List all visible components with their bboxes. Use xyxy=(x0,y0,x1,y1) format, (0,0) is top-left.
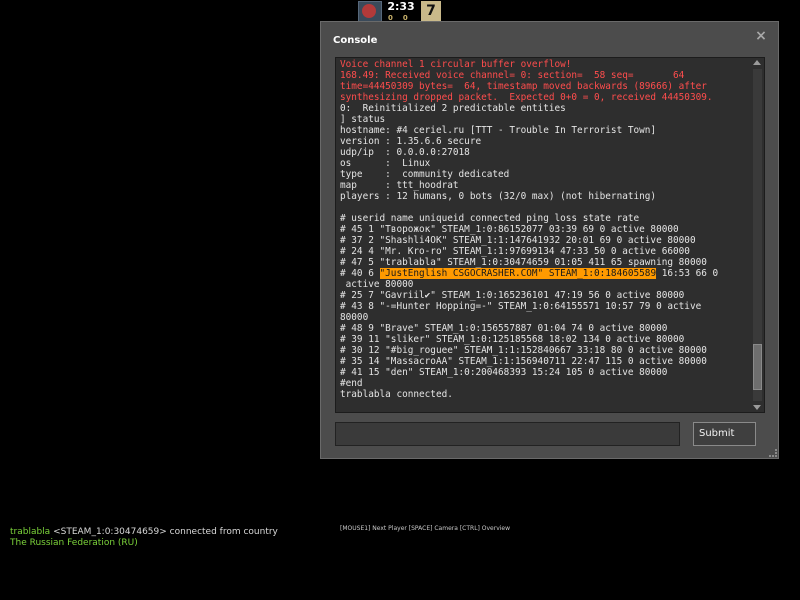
console-line: ] status xyxy=(340,114,386,125)
console-line: synthesizing dropped packet. Expected 0+… xyxy=(340,92,713,103)
chat-steam-id: <STEAM_1:0:30474659> xyxy=(53,527,167,537)
console-line: udp/ip : 0.0.0.0:27018 xyxy=(340,147,470,158)
command-input[interactable] xyxy=(335,422,680,446)
console-line-prefix: # 40 6 xyxy=(340,268,380,279)
chat-message-text: connected from country xyxy=(166,527,278,537)
hud-scoreboard: 2:33 00 7 xyxy=(358,0,444,23)
player-avatar-icon xyxy=(358,1,382,23)
console-line: players : 12 humans, 0 bots (32/0 max) (… xyxy=(340,191,657,202)
chat-player-name: trablabla xyxy=(10,527,51,537)
console-line: # 37 2 "Shashli4OK" STEAM_1:1:147641932 … xyxy=(340,235,696,246)
console-line: # 43 8 "-=Hunter Hopping=-" STEAM_1:0:64… xyxy=(340,301,702,312)
console-line: 80000 xyxy=(340,312,369,323)
console-line: 168.49: Received voice channel= 0: secti… xyxy=(340,70,685,81)
console-line: Voice channel 1 circular buffer overflow… xyxy=(340,59,572,70)
console-title: Console xyxy=(333,35,378,46)
console-line: # 48 9 "Brave" STEAM_1:0:156557887 01:04… xyxy=(340,323,668,334)
chat-message: trablabla <STEAM_1:0:30474659> connected… xyxy=(10,527,278,538)
console-line: # 47 5 "trablabla" STEAM_1:0:30474659 01… xyxy=(340,257,707,268)
round-timer-value: 2:33 xyxy=(387,0,415,13)
console-window: Console × Voice channel 1 circular buffe… xyxy=(320,21,779,459)
console-line: # 30 12 "#big_roguee" STEAM_1:1:15284066… xyxy=(340,345,707,356)
submit-button[interactable]: Submit xyxy=(693,422,756,446)
console-line: # 24 4 "Mr. Kro-ro" STEAM_1:1:97699134 4… xyxy=(340,246,690,257)
spectator-controls-hint: [MOUSE1] Next Player [SPACE] Camera [CTR… xyxy=(340,525,511,532)
resize-grip-icon[interactable] xyxy=(769,449,777,457)
console-line: # 35 14 "MassacroAA" STEAM_1:1:156940711… xyxy=(340,356,707,367)
console-line: hostname: #4 ceriel.ru [TTT - Trouble In… xyxy=(340,125,657,136)
scroll-thumb[interactable] xyxy=(753,344,762,390)
console-output-text: Voice channel 1 circular buffer overflow… xyxy=(340,59,746,400)
console-line-suffix: 16:53 66 0 xyxy=(656,268,719,279)
console-selected-text[interactable]: "JustEnglish CSGOCRASHER.COM" STEAM_1:0:… xyxy=(379,268,657,279)
chat-feed: trablabla <STEAM_1:0:30474659> connected… xyxy=(10,527,278,549)
console-line: # 45 1 "Творожок" STEAM_1:0:86152077 03:… xyxy=(340,224,679,235)
scroll-down-arrow-icon[interactable] xyxy=(753,405,761,410)
console-titlebar[interactable]: Console × xyxy=(333,28,768,46)
console-line: #end xyxy=(340,378,363,389)
console-line: type : community dedicated xyxy=(340,169,510,180)
console-line: map : ttt_hoodrat xyxy=(340,180,459,191)
console-line: # 25 7 "Gavriil✔" STEAM_1:0:165236101 47… xyxy=(340,290,685,301)
round-number-badge: 7 xyxy=(421,1,441,21)
console-line: os : Linux xyxy=(340,158,431,169)
round-timer: 2:33 00 xyxy=(386,0,416,22)
console-line: # 40 6 "JustEnglish CSGOCRASHER.COM" STE… xyxy=(340,268,746,279)
console-line: trablabla connected. xyxy=(340,389,453,400)
console-line: version : 1.35.6.6 secure xyxy=(340,136,482,147)
console-scrollbar[interactable] xyxy=(751,60,763,410)
console-line: 0: Reinitialized 2 predictable entities xyxy=(340,103,566,114)
console-line: # 41 15 "den" STEAM_1:0:200468393 15:24 … xyxy=(340,367,668,378)
chat-country: The Russian Federation (RU) xyxy=(10,538,138,548)
console-line: time=44450309 bytes= 64, timestamp moved… xyxy=(340,81,707,92)
avatar-emblem xyxy=(362,4,376,18)
console-line: # userid name uniqueid connected ping lo… xyxy=(340,213,640,224)
console-line: active 80000 xyxy=(340,279,414,290)
console-line: # 39 11 "sliker" STEAM_1:0:125185568 18:… xyxy=(340,334,685,345)
console-output[interactable]: Voice channel 1 circular buffer overflow… xyxy=(335,57,765,413)
close-button[interactable]: × xyxy=(754,28,768,44)
scroll-up-arrow-icon[interactable] xyxy=(753,60,761,65)
